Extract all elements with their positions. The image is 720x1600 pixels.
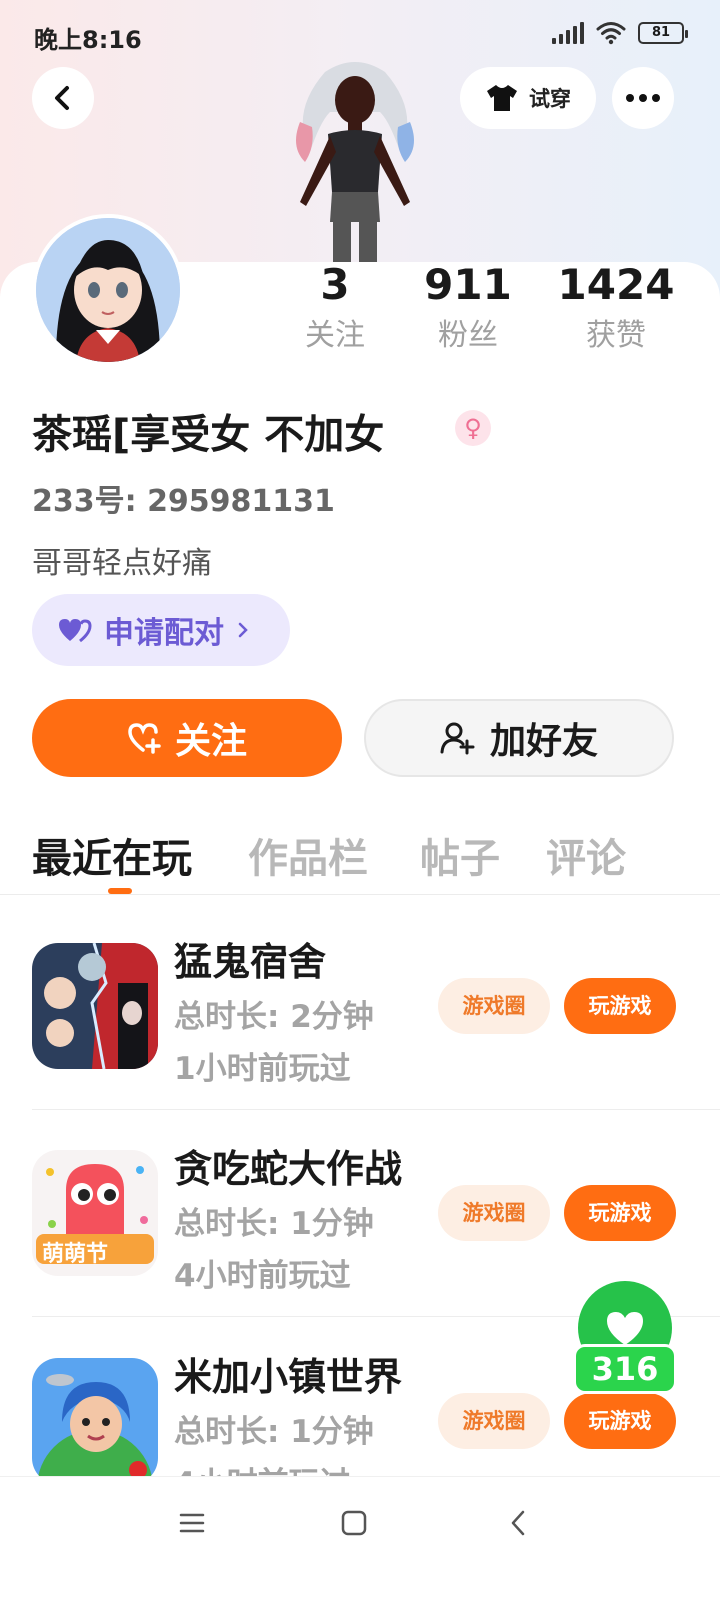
menu-icon [179, 1513, 205, 1533]
stat-following[interactable]: 3 关注 [265, 262, 405, 354]
add-user-icon [440, 722, 475, 755]
character-3d-avatar[interactable] [270, 52, 440, 264]
avatar[interactable] [32, 214, 184, 366]
tab-works[interactable]: 作品栏 [248, 826, 368, 884]
more-dots-icon [626, 94, 660, 102]
status-time: 晚上8:16 [34, 26, 142, 54]
game-name: 猛鬼宿舍 [174, 940, 327, 984]
double-heart-icon [59, 619, 92, 643]
more-button[interactable] [612, 67, 674, 129]
signal-icon [552, 22, 584, 44]
tab-recently-played[interactable]: 最近在玩 [32, 826, 192, 884]
game-last-played: 1小时前玩过 [174, 1051, 351, 1087]
game-circle-button[interactable]: 游戏圈 [438, 1185, 550, 1241]
stat-fans[interactable]: 911 粉丝 [398, 262, 538, 354]
system-nav-bar [0, 1476, 720, 1600]
row-divider [32, 1109, 720, 1110]
tab-comments[interactable]: 评论 [546, 826, 626, 884]
stat-following-value: 3 [320, 260, 350, 309]
stat-fans-value: 911 [424, 260, 512, 309]
shirt-icon [487, 85, 517, 111]
add-friend-button[interactable]: 加好友 [364, 699, 674, 777]
stat-fans-label: 粉丝 [438, 318, 498, 353]
follow-label: 关注 [174, 721, 247, 762]
like-count-badge[interactable]: 316 [573, 1344, 677, 1394]
battery-icon: 81 [638, 22, 688, 44]
female-icon: ♀ [455, 410, 491, 446]
game-icon-snake: 萌萌节 [32, 1150, 158, 1276]
back-button[interactable] [32, 67, 94, 129]
game-name: 贪吃蛇大作战 [174, 1147, 403, 1191]
game-duration: 总时长: 1分钟 [174, 1414, 374, 1450]
play-game-button[interactable]: 玩游戏 [564, 1185, 676, 1241]
stat-likes-label: 获赞 [586, 318, 646, 353]
game-icon-badge-text: 萌萌节 [42, 1242, 109, 1267]
add-friend-label: 加好友 [489, 721, 598, 762]
heart-plus-icon [128, 723, 161, 754]
game-icon-miga-town [32, 1358, 158, 1484]
follow-button[interactable]: 关注 [32, 699, 342, 777]
back-arrow-icon [55, 86, 69, 110]
game-row[interactable]: 猛鬼宿舍 总时长: 2分钟 1小时前玩过 游戏圈 玩游戏 [0, 940, 720, 1149]
stat-likes[interactable]: 1424 获赞 [546, 262, 686, 354]
game-icon-ghost-dorm [32, 943, 158, 1069]
game-last-played: 4小时前玩过 [174, 1258, 351, 1294]
home-button[interactable] [324, 1503, 384, 1543]
apply-pair-label: 申请配对 [104, 616, 224, 651]
home-square-icon [341, 1510, 367, 1536]
avatar-image [36, 218, 180, 362]
back-triangle-icon [511, 1510, 525, 1536]
apply-pair-button[interactable]: 申请配对 [32, 594, 290, 666]
user-bio: 哥哥轻点好痛 [32, 546, 212, 581]
game-circle-button[interactable]: 游戏圈 [438, 978, 550, 1034]
status-icons: 81 [552, 20, 688, 46]
menu-button[interactable] [162, 1503, 222, 1543]
game-duration: 总时长: 2分钟 [174, 999, 374, 1035]
tabs-divider [0, 894, 720, 895]
play-game-button[interactable]: 玩游戏 [564, 1393, 676, 1449]
wifi-icon [596, 22, 626, 45]
system-back-button[interactable] [488, 1503, 548, 1543]
game-name: 米加小镇世界 [174, 1355, 403, 1399]
chevron-right-icon [238, 622, 248, 638]
stat-following-label: 关注 [305, 318, 365, 353]
game-duration: 总时长: 1分钟 [174, 1206, 374, 1242]
tab-posts[interactable]: 帖子 [420, 826, 500, 884]
try-on-button[interactable]: 试穿 [460, 67, 596, 129]
game-circle-button[interactable]: 游戏圈 [438, 1393, 550, 1449]
try-on-label: 试穿 [529, 87, 571, 111]
stat-likes-value: 1424 [557, 260, 675, 309]
user-id[interactable]: 233号: 295981131 [32, 476, 335, 520]
username: 茶瑶[享受女 不加女 [32, 412, 385, 458]
play-game-button[interactable]: 玩游戏 [564, 978, 676, 1034]
